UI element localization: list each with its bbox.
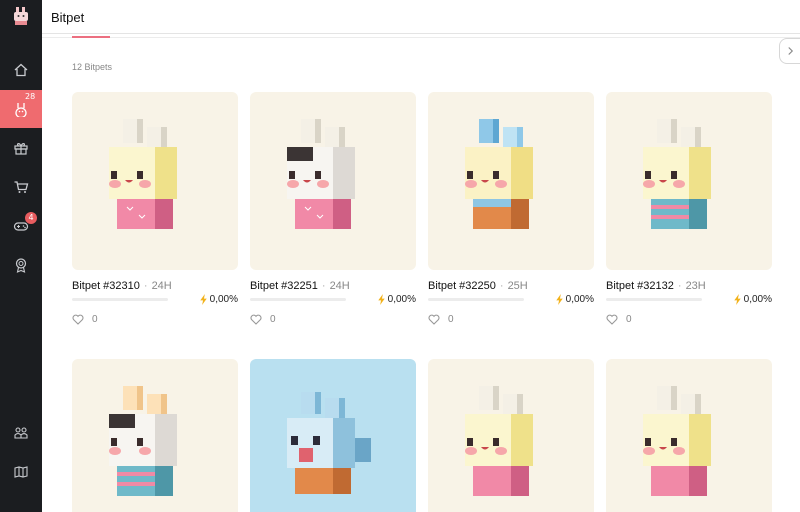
bitpet-card[interactable] xyxy=(606,359,772,512)
page-header: Bitpet xyxy=(42,0,800,34)
bitpet-image xyxy=(606,92,772,270)
bitpet-card[interactable] xyxy=(250,359,416,512)
heart-icon xyxy=(72,314,84,325)
page-title: Bitpet xyxy=(51,10,85,25)
nav-rewards[interactable] xyxy=(0,246,42,284)
nav-shop[interactable] xyxy=(0,168,42,206)
heart-icon xyxy=(250,314,262,325)
bitpet-image xyxy=(428,359,594,512)
bitpet-card[interactable]: Bitpet #32251 · 24H 0,00% 0 xyxy=(250,92,416,325)
bitpet-card[interactable]: Bitpet #32132 · 23H 0,00% 0 xyxy=(606,92,772,325)
heart-icon xyxy=(428,314,440,325)
bitpet-name: Bitpet #32310 · 24H xyxy=(72,280,172,292)
like-count: 0 xyxy=(270,314,276,325)
bitpet-age: 23H xyxy=(685,280,706,292)
map-icon xyxy=(14,466,28,478)
bitpet-image xyxy=(428,92,594,270)
energy-progress-bar xyxy=(606,298,702,301)
energy-value: 0,00% xyxy=(377,294,416,305)
like-button[interactable]: 0 xyxy=(606,314,632,325)
bitpet-age: 24H xyxy=(151,280,172,292)
bitpet-logo-icon[interactable] xyxy=(11,6,31,26)
bitpet-card[interactable]: Bitpet #32310 · 24H 0,00% 0 xyxy=(72,92,238,325)
lightning-icon xyxy=(377,294,385,305)
energy-value: 0,00% xyxy=(555,294,594,305)
bitpet-age: 24H xyxy=(329,280,350,292)
bitpets-count-badge: 28 xyxy=(25,92,36,101)
bitpet-image xyxy=(606,359,772,512)
users-icon xyxy=(14,427,28,439)
cart-icon xyxy=(14,181,29,193)
bitpet-image xyxy=(72,359,238,512)
lightning-icon xyxy=(555,294,563,305)
like-count: 0 xyxy=(448,314,454,325)
heart-icon xyxy=(606,314,618,325)
bitpet-name: Bitpet #32250 · 25H xyxy=(428,280,528,292)
striped-bunny-pet-image xyxy=(643,119,711,229)
bitpet-card[interactable]: Bitpet #32250 · 25H 0,00% 0 xyxy=(428,92,594,325)
like-count: 0 xyxy=(92,314,98,325)
medal-icon xyxy=(15,258,27,273)
energy-progress-bar xyxy=(428,298,524,301)
like-button[interactable]: 0 xyxy=(250,314,276,325)
app: 28 4 Bitpet 12 Bitpets Bitpet #32310 · 2… xyxy=(0,0,800,512)
blue-monster-pet-image xyxy=(287,392,371,494)
bunny-pet-image xyxy=(109,119,177,229)
peach-panda-pet-image xyxy=(109,386,177,496)
bitpet-image xyxy=(250,92,416,270)
bunny-pet-image xyxy=(465,386,533,496)
energy-value: 0,00% xyxy=(199,294,238,305)
nav-wallet[interactable] xyxy=(0,453,42,491)
nav-games[interactable]: 4 xyxy=(0,207,42,245)
energy-progress-bar xyxy=(72,298,168,301)
bitpet-image xyxy=(72,92,238,270)
nav-friends[interactable] xyxy=(0,414,42,452)
panda-bunny-pet-image xyxy=(287,119,355,229)
nav-home[interactable] xyxy=(0,51,42,89)
bunny-pet-image xyxy=(643,386,711,496)
energy-value: 0,00% xyxy=(733,294,772,305)
bitpet-name: Bitpet #32132 · 23H xyxy=(606,280,706,292)
active-tab-indicator xyxy=(72,36,110,38)
nav-bitpets[interactable]: 28 xyxy=(0,90,42,128)
games-count-badge: 4 xyxy=(25,212,37,224)
like-count: 0 xyxy=(626,314,632,325)
expand-panel-button[interactable] xyxy=(779,38,800,64)
chevron-right-icon xyxy=(787,47,793,55)
bitpet-card[interactable] xyxy=(72,359,238,512)
bunny-icon xyxy=(15,103,27,117)
bitpet-age: 25H xyxy=(507,280,528,292)
home-icon xyxy=(14,63,28,77)
lightning-icon xyxy=(199,294,207,305)
like-button[interactable]: 0 xyxy=(428,314,454,325)
like-button[interactable]: 0 xyxy=(72,314,98,325)
bitpet-name: Bitpet #32251 · 24H xyxy=(250,280,350,292)
blue-ear-pet-image xyxy=(465,119,533,229)
bitpet-count: 12 Bitpets xyxy=(72,62,113,72)
bitpet-image xyxy=(250,359,416,512)
energy-progress-bar xyxy=(250,298,346,301)
sidebar: 28 4 xyxy=(0,0,42,512)
bitpet-card[interactable] xyxy=(428,359,594,512)
gift-icon xyxy=(14,143,28,155)
tab-bar xyxy=(42,34,800,38)
nav-gifts[interactable] xyxy=(0,129,42,167)
lightning-icon xyxy=(733,294,741,305)
